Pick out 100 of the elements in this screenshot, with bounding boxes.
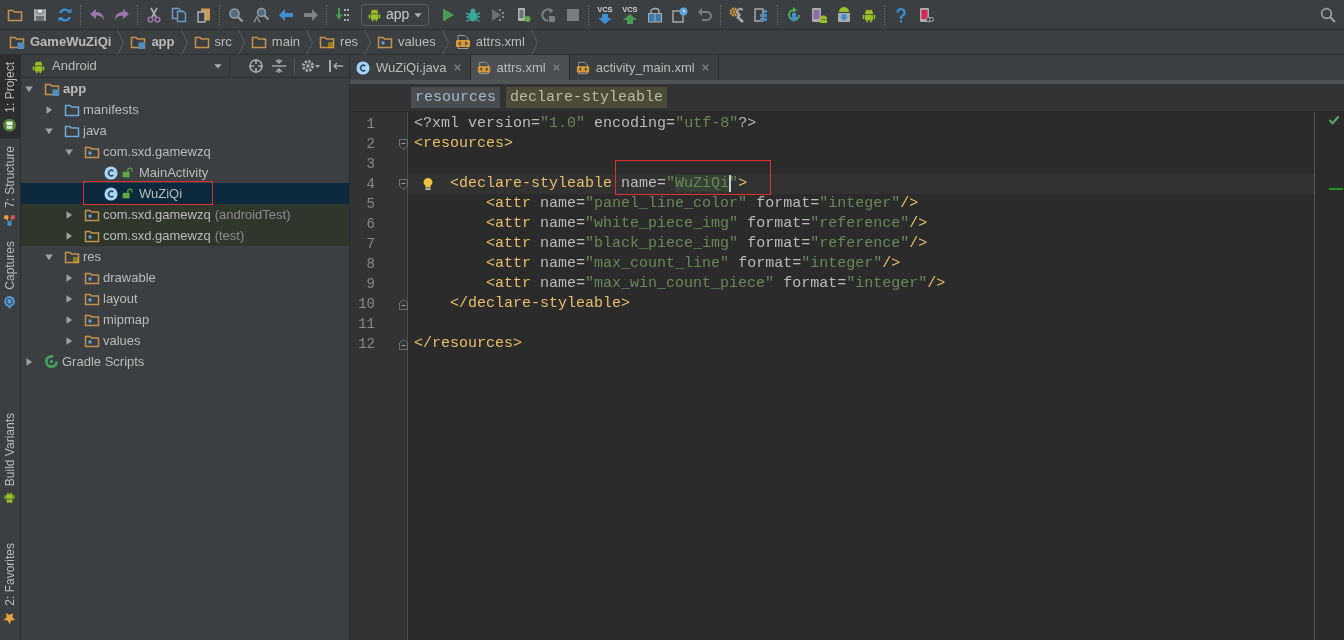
stopwatch-icon [3, 295, 17, 309]
tree-item[interactable]: com.sxd.gamewzq (test) [21, 225, 349, 246]
fold-marker-icon[interactable] [399, 338, 408, 350]
hide-panel-icon[interactable] [328, 58, 344, 74]
tree-item[interactable]: res [21, 246, 349, 267]
tool-window-button[interactable]: 7: Structure [0, 138, 20, 234]
breadcrumb-item[interactable]: GameWuZiQi [6, 34, 115, 50]
collapsed-arrow-icon[interactable] [64, 314, 74, 325]
xml-file-icon [454, 34, 471, 50]
search-icon[interactable] [227, 6, 244, 23]
paste-icon[interactable] [195, 6, 212, 23]
collapsed-arrow-icon[interactable] [64, 230, 74, 241]
fold-marker-icon[interactable] [399, 138, 408, 150]
tree-item[interactable]: com.sxd.gamewzq [21, 141, 349, 162]
close-icon[interactable] [700, 63, 710, 72]
breadcrumb-item[interactable]: attrs.xml [451, 34, 528, 50]
sync-download-icon[interactable] [785, 6, 802, 23]
caret-icon [213, 61, 223, 71]
tree-item[interactable]: app [21, 78, 349, 99]
structure-breadcrumb[interactable]: resources [411, 87, 500, 108]
collapsed-arrow-icon[interactable] [64, 293, 74, 304]
breadcrumb-item[interactable]: app [127, 34, 178, 50]
search-icon[interactable] [1320, 6, 1336, 23]
clock-window-icon[interactable] [671, 6, 688, 23]
close-icon[interactable] [452, 63, 462, 72]
tree-item[interactable]: manifests [21, 99, 349, 120]
play-dots-icon[interactable] [489, 6, 506, 23]
collapsed-arrow-icon[interactable] [24, 356, 34, 367]
code-line: <attr name="max_count_line" format="integer"/> [486, 254, 901, 274]
circular-arrow-icon[interactable] [539, 6, 556, 23]
breadcrumb-item[interactable]: values [374, 34, 439, 50]
line-number: 3 [365, 155, 375, 174]
line-number: 12 [357, 335, 375, 354]
module-folder-icon [130, 34, 147, 50]
tool-window-button[interactable]: 2: Favorites [0, 536, 20, 632]
view-dropdown[interactable]: Android [27, 55, 230, 77]
close-icon[interactable] [551, 63, 561, 72]
chevron-icon [180, 29, 188, 55]
target-icon[interactable] [248, 58, 264, 74]
lock-box-icon[interactable] [646, 6, 663, 23]
lightbulb-icon[interactable] [421, 176, 435, 192]
folder-icon [193, 34, 210, 50]
structure-breadcrumb[interactable]: declare-styleable [506, 87, 668, 108]
phone-glasses-icon[interactable] [917, 6, 934, 23]
module-folder-icon [9, 34, 25, 50]
tree-item[interactable]: mipmap [21, 309, 349, 330]
line-number: 1 [365, 115, 375, 134]
collapsed-arrow-icon[interactable] [44, 104, 54, 115]
scissors-icon[interactable] [145, 6, 162, 23]
stripe-marker [1329, 188, 1343, 190]
breadcrumb-item[interactable]: src [190, 34, 235, 50]
tree-item[interactable]: MainActivity [21, 162, 349, 183]
tree-item[interactable]: com.sxd.gamewzq (androidTest) [21, 204, 349, 225]
line-number: 7 [365, 235, 375, 254]
stop-icon[interactable] [564, 6, 581, 23]
line-number: 10 [357, 295, 375, 314]
grid-icon[interactable] [753, 6, 770, 23]
forward-arrow-icon[interactable] [302, 6, 319, 23]
check-icon [1328, 115, 1340, 125]
android-download-icon[interactable] [835, 6, 852, 23]
breadcrumb-item[interactable]: main [247, 34, 304, 50]
fold-marker-icon[interactable] [399, 298, 408, 310]
collapsed-arrow-icon[interactable] [64, 272, 74, 283]
sync-icon[interactable] [56, 6, 73, 23]
code-line: <attr name="max_win_count_piece" format="integer"/> [486, 274, 946, 294]
settings-icon[interactable] [301, 58, 321, 74]
collapsed-arrow-icon[interactable] [64, 209, 74, 220]
tree-item[interactable]: java [21, 120, 349, 141]
fold-marker-icon[interactable] [399, 178, 408, 190]
phone-android-icon[interactable] [810, 6, 827, 23]
down-arrow-list-icon[interactable] [334, 6, 351, 23]
curved-arrow-icon[interactable] [696, 6, 713, 23]
breadcrumb-item[interactable]: res [316, 34, 362, 50]
collapsed-arrow-icon[interactable] [64, 335, 74, 346]
bug-icon[interactable] [464, 6, 481, 23]
android-icon[interactable] [860, 6, 877, 23]
tree-item[interactable]: Gradle Scripts [21, 351, 349, 372]
padlock-icon [122, 167, 133, 178]
line-number: 9 [365, 275, 375, 294]
tool-window-button[interactable]: Build Variants [0, 406, 20, 513]
line-number: 6 [365, 215, 375, 234]
tree-item[interactable]: layout [21, 288, 349, 309]
down-arrow-icon [597, 14, 612, 24]
tree-item[interactable]: WuZiQi [21, 183, 349, 204]
editor-tab[interactable]: attrs.xml [470, 55, 570, 80]
up-arrow-icon [622, 14, 637, 24]
tool-window-button[interactable]: Captures [0, 233, 20, 316]
collapse-all-icon[interactable] [271, 58, 287, 74]
tree-item[interactable]: drawable [21, 267, 349, 288]
code-line: </resources> [414, 334, 523, 354]
save-icon[interactable] [31, 6, 48, 23]
tool-window-button[interactable]: 1: Project [0, 55, 20, 139]
gear-wrench-icon[interactable] [728, 6, 745, 23]
magnifier-caret-icon[interactable] [252, 6, 269, 23]
copy-icon[interactable] [170, 6, 187, 23]
tree-item[interactable]: values [21, 330, 349, 351]
package-folder-icon [377, 34, 394, 50]
run-configuration-dropdown[interactable]: app [361, 3, 430, 26]
line-number: 5 [365, 195, 375, 214]
xml-file-icon [575, 60, 590, 75]
